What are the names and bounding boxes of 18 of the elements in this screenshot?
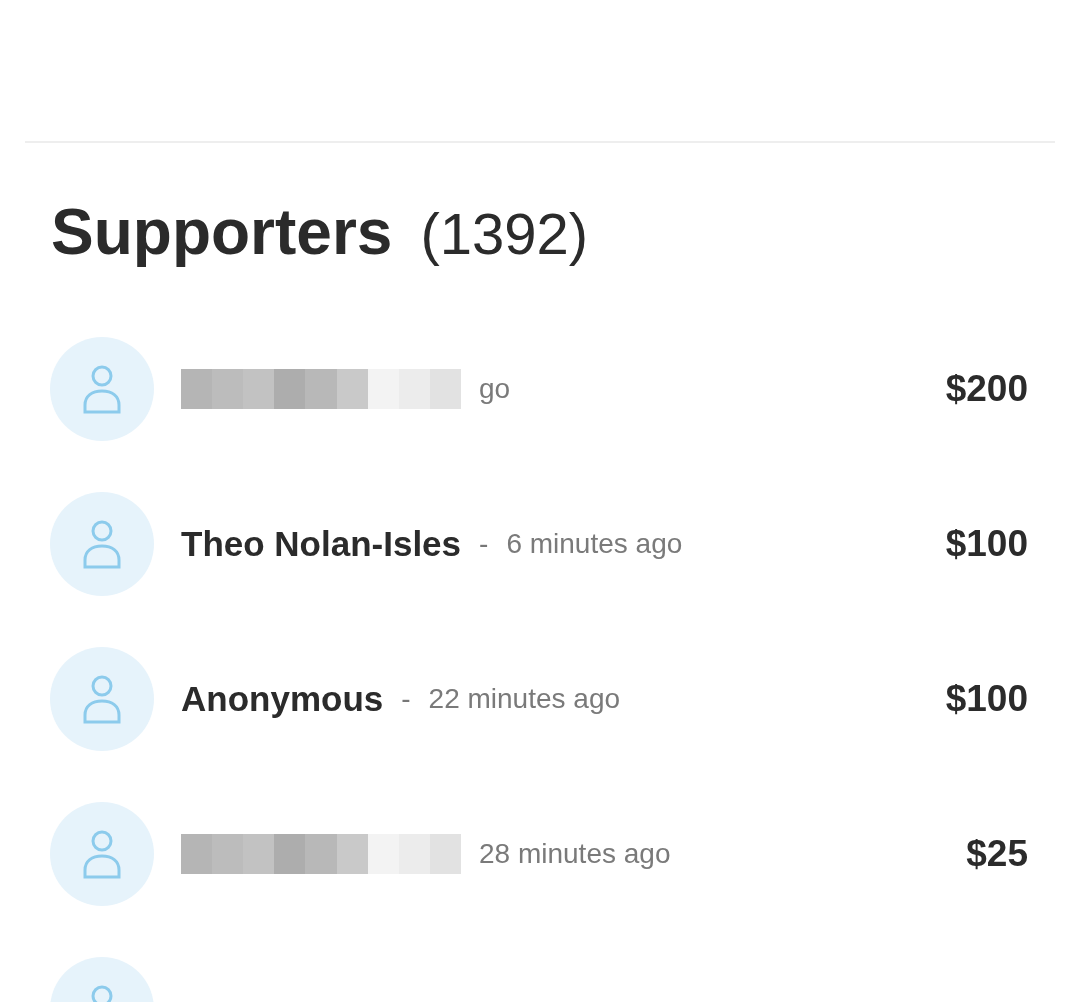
donation-time: 22 minutes ago	[428, 683, 621, 715]
donation-time: 6 minutes ago	[506, 528, 683, 560]
section-title: Supporters	[51, 195, 393, 269]
donation-amount: $100	[945, 678, 1028, 720]
donation-amount: $200	[945, 368, 1028, 410]
supporter-count: (1392)	[420, 200, 589, 267]
donation-amount: $100	[945, 523, 1028, 565]
donation-time: go	[479, 373, 511, 405]
supporter-name: Anonymous	[181, 679, 384, 719]
donation-time: 28 minutes ago	[479, 838, 671, 870]
supporter-name: Theo Nolan-Isles	[181, 524, 462, 564]
separator: -	[479, 528, 489, 560]
person-icon	[82, 363, 122, 415]
person-icon	[82, 828, 122, 880]
donation-amount: $25	[966, 833, 1028, 875]
person-icon	[82, 673, 122, 725]
separator: -	[401, 683, 411, 715]
person-icon	[82, 518, 122, 570]
